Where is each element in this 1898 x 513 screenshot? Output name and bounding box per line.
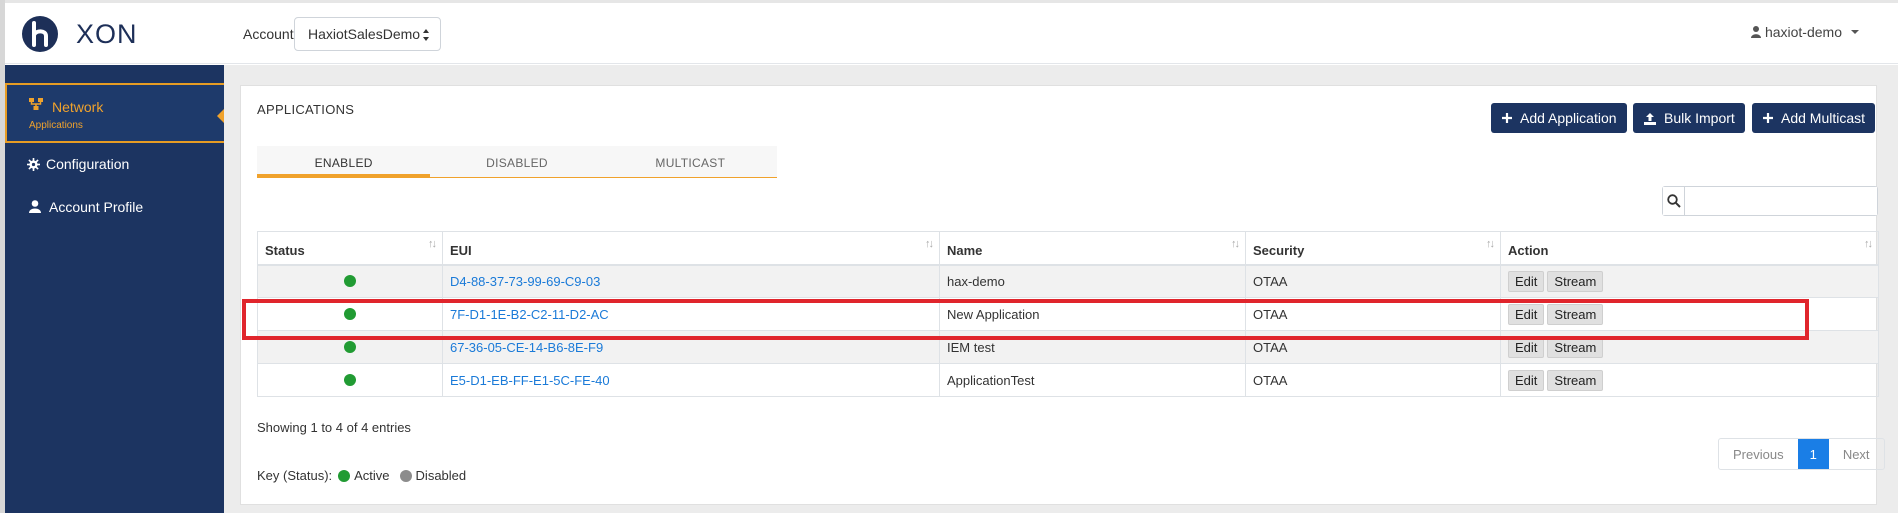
tab-disabled[interactable]: DISABLED [430,146,603,177]
add-application-label: Add Application [1520,110,1617,126]
edit-button[interactable]: Edit [1508,270,1545,292]
name-cell: ApplicationTest [939,363,1246,397]
column-header-eui[interactable]: EUI ↑↓ [442,231,940,266]
status-key-label: Key (Status): [257,468,333,483]
status-key: Key (Status): Active Disabled [257,468,466,483]
column-header-status-label: Status [265,243,305,259]
sidebar-item-configuration-label: Configuration [46,156,130,172]
status-active-icon [344,341,356,353]
sidebar-item-account-profile-label: Account Profile [49,199,144,215]
column-header-status[interactable]: Status ↑↓ [257,231,443,266]
sidebar-item-configuration[interactable]: Configuration [5,156,224,176]
add-multicast-label: Add Multicast [1781,110,1866,126]
user-menu[interactable]: haxiot-demo [1750,24,1860,40]
account-select[interactable]: HaxiotSalesDemo [294,17,441,51]
sort-icon: ↑↓ [1486,238,1495,250]
eui-link[interactable]: E5-D1-EB-FF-E1-5C-FE-40 [450,373,610,388]
sort-icon: ↑↓ [1864,238,1873,250]
action-cell: Edit Stream [1500,363,1879,397]
upload-icon [1644,112,1656,125]
status-cell [257,264,443,298]
network-icon [29,98,43,110]
disabled-status-icon [399,469,412,482]
eui-link[interactable]: 67-36-05-CE-14-B6-8E-F9 [450,340,603,355]
page-title: APPLICATIONS [257,102,355,117]
bulk-import-button[interactable]: Bulk Import [1633,103,1745,133]
row-highlight-box [242,299,1809,340]
sidebar-item-network-sublabel: Applications [29,120,83,131]
user-profile-icon [29,200,41,213]
active-pointer-icon [217,109,224,123]
sidebar: Network Applications Configuration Accou… [5,65,224,513]
app-window: XON Account HaxiotSalesDemo haxiot-demo … [0,0,1898,513]
stream-button[interactable]: Stream [1547,270,1604,292]
logo-text: XON [76,18,138,49]
status-tabs: ENABLED DISABLED MULTICAST [257,146,777,178]
eui-cell: D4-88-37-73-99-69-C9-03 [442,264,940,298]
add-application-button[interactable]: Add Application [1491,103,1627,133]
entries-info: Showing 1 to 4 of 4 entries [257,420,411,435]
xon-logo[interactable]: XON [22,16,172,52]
security-cell: OTAA [1245,363,1501,397]
next-page-button[interactable]: Next [1829,439,1884,469]
eui-link[interactable]: D4-88-37-73-99-69-C9-03 [450,274,600,289]
select-caret-icon [423,29,429,41]
status-active-icon [344,374,356,386]
action-cell: Edit Stream [1500,264,1879,298]
security-cell: OTAA [1245,264,1501,298]
caret-down-icon [1851,30,1859,34]
tab-enabled[interactable]: ENABLED [257,146,431,177]
search-icon [1666,194,1681,208]
stream-button[interactable]: Stream [1547,369,1604,391]
column-header-action[interactable]: Action ↑↓ [1500,231,1879,266]
user-name: haxiot-demo [1764,24,1842,40]
gear-icon [27,158,40,171]
column-header-security-label: Security [1253,243,1305,259]
edit-button[interactable]: Edit [1508,369,1545,391]
eui-cell: E5-D1-EB-FF-E1-5C-FE-40 [442,363,940,397]
user-icon [1750,26,1761,38]
previous-page-button[interactable]: Previous [1719,439,1798,469]
tab-multicast[interactable]: MULTICAST [604,146,777,177]
table-header-row: Status ↑↓ EUI ↑↓ Name ↑↓ Security ↑↓ Action ↑… [257,231,1879,266]
column-header-eui-label: EUI [450,243,472,259]
applications-panel: APPLICATIONS Add Application Bulk Import… [240,85,1885,505]
plus-icon [1502,113,1512,123]
search-button[interactable] [1663,187,1685,215]
active-status-icon [338,469,351,482]
add-multicast-button[interactable]: Add Multicast [1752,103,1876,133]
table-row: E5-D1-EB-FF-E1-5C-FE-40 ApplicationTest … [257,363,1879,397]
account-label: Account [243,26,294,42]
bulk-import-label: Bulk Import [1664,110,1735,126]
sidebar-item-network-label: Network [52,99,104,115]
sort-icon: ↑↓ [428,238,437,250]
table-row: D4-88-37-73-99-69-C9-03 hax-demo OTAA Ed… [257,264,1879,298]
main-content: APPLICATIONS Add Application Bulk Import… [224,65,1898,513]
sort-icon: ↑↓ [925,238,934,250]
sort-icon: ↑↓ [1231,238,1240,250]
status-active-icon [344,275,356,288]
search-input[interactable] [1685,187,1877,215]
column-header-name-label: Name [947,243,983,259]
column-header-security[interactable]: Security ↑↓ [1245,231,1501,266]
name-cell: hax-demo [939,264,1246,298]
status-key-active: Active [354,468,390,483]
status-key-disabled: Disabled [415,468,467,483]
pagination: Previous 1 Next [1718,438,1885,470]
sidebar-item-network[interactable]: Network Applications [5,83,224,143]
top-border [5,0,1898,3]
plus-icon [1763,113,1773,123]
page-1-button[interactable]: 1 [1797,439,1829,469]
column-header-name[interactable]: Name ↑↓ [939,231,1246,266]
table-search [1662,186,1878,216]
column-header-action-label: Action [1508,243,1549,259]
sidebar-item-account-profile[interactable]: Account Profile [5,199,224,219]
account-select-value: HaxiotSalesDemo [308,26,421,42]
logo-mark-icon [22,16,58,52]
logo-h-glyph-icon [32,21,48,47]
status-cell [257,363,443,397]
